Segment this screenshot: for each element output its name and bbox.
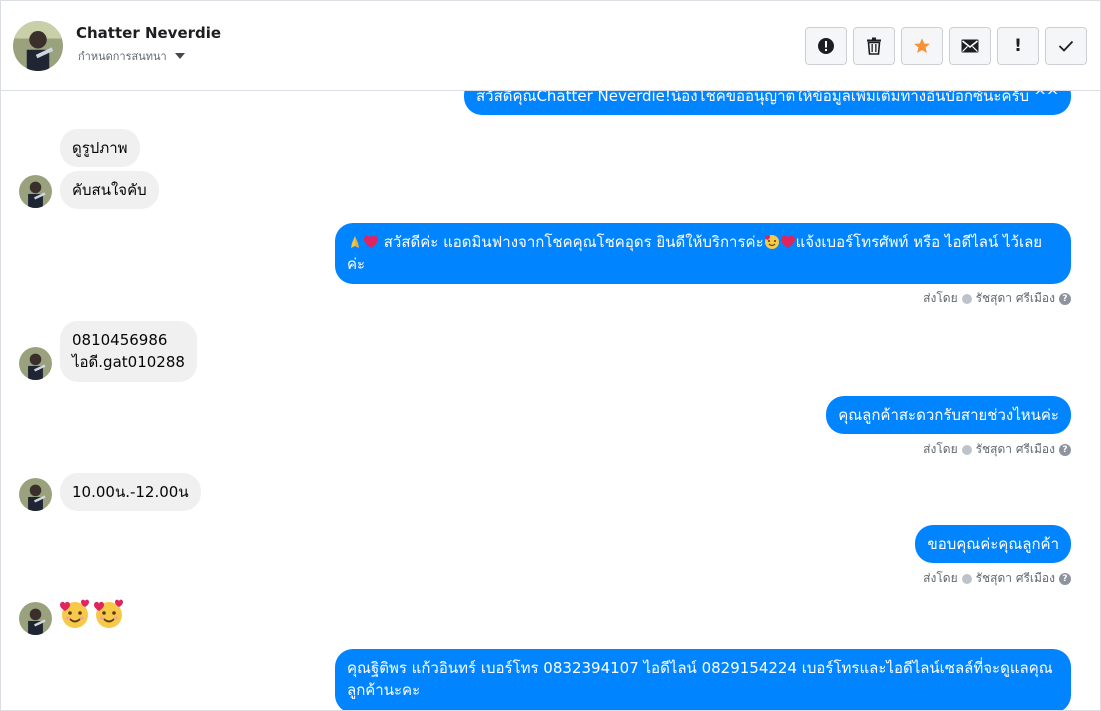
mark-spam-button[interactable] xyxy=(805,27,847,65)
avatar[interactable] xyxy=(13,21,63,71)
smiling-hearts-icon xyxy=(94,599,123,628)
agent-status-icon xyxy=(961,573,972,584)
agent-status-icon xyxy=(961,293,972,304)
outgoing-message: ขอบคุณค่ะคุณลูกค้า xyxy=(915,525,1071,563)
sent-by-prefix: ส่งโดย xyxy=(923,571,958,585)
message-text: ขอบคุณค่ะคุณลูกค้า xyxy=(927,535,1059,553)
heart-icon xyxy=(364,235,378,248)
message-text: สวัสดีค่ะ แอดมินฟางจากโชคคุณโชคอุดร ยินด… xyxy=(383,233,764,251)
star-icon xyxy=(914,38,930,53)
avatar[interactable] xyxy=(19,478,52,511)
sent-by-info: ส่งโดย รัชสุดา ศรีเมือง ? xyxy=(923,569,1071,588)
outgoing-message: สวัสดีค่ะ แอดมินฟางจากโชคคุณโชคอุดร ยินด… xyxy=(335,223,1071,284)
message-text: 0810456986 xyxy=(72,331,168,349)
sent-by-prefix: ส่งโดย xyxy=(923,442,958,456)
incoming-message: 10.00น.-12.00น xyxy=(60,473,201,511)
follow-up-button[interactable]: ! xyxy=(997,27,1039,65)
exclamation-icon: ! xyxy=(1014,36,1022,56)
message-text: ไอดี.gat010288 xyxy=(72,353,185,371)
smiling-hearts-icon xyxy=(764,235,779,249)
avatar[interactable] xyxy=(19,175,52,208)
incoming-emoji-message xyxy=(59,598,125,630)
avatar[interactable] xyxy=(19,602,52,635)
sent-by-info: ส่งโดย รัชสุดา ศรีเมือง ? xyxy=(923,440,1071,459)
sent-by-info: ส่งโดย รัชสุดา ศรีเมือง ? xyxy=(923,289,1071,308)
incoming-message: คับสนใจคับ xyxy=(60,171,159,209)
conversation-header: Chatter Neverdie กำหนดการสนทนา ! xyxy=(1,1,1100,91)
avatar[interactable] xyxy=(19,347,52,380)
conversation-schedule-label: กำหนดการสนทนา xyxy=(78,50,167,63)
incoming-message: 0810456986 ไอดี.gat010288 xyxy=(60,321,197,382)
trash-icon xyxy=(867,37,881,55)
message-text: คุณฐิติพร แก้วอินทร์ เบอร์โทร 0832394107… xyxy=(347,659,1053,699)
heart-icon xyxy=(780,235,795,248)
help-icon[interactable]: ? xyxy=(1059,292,1071,305)
outgoing-message: คุณฐิติพร แก้วอินทร์ เบอร์โทร 0832394107… xyxy=(335,649,1071,710)
help-icon[interactable]: ? xyxy=(1059,572,1071,585)
chat-window: สวัสดีคุณChatter Neverdie!น้องโชคขออนุญา… xyxy=(0,0,1101,711)
contact-name[interactable]: Chatter Neverdie xyxy=(76,24,221,42)
sent-by-agent[interactable]: รัชสุดา ศรีเมือง xyxy=(976,440,1055,459)
message-text: ดูรูปภาพ xyxy=(72,139,128,157)
star-button[interactable] xyxy=(901,27,943,65)
outgoing-message: คุณลูกค้าสะดวกรับสายช่วงไหนค่ะ xyxy=(826,396,1071,434)
message-text: 10.00น.-12.00น xyxy=(72,483,189,501)
header-actions: ! xyxy=(805,27,1087,65)
sent-by-prefix: ส่งโดย xyxy=(923,291,958,305)
message-thread[interactable]: สวัสดีคุณChatter Neverdie!น้องโชคขออนุญา… xyxy=(1,1,1100,710)
sent-by-agent[interactable]: รัชสุดา ศรีเมือง xyxy=(976,289,1055,308)
praying-hands-icon xyxy=(351,236,359,248)
alert-icon xyxy=(818,38,834,54)
message-text: คับสนใจคับ xyxy=(72,181,147,199)
agent-status-icon xyxy=(961,444,972,455)
delete-button[interactable] xyxy=(853,27,895,65)
conversation-schedule-dropdown[interactable]: กำหนดการสนทนา xyxy=(78,47,185,65)
check-icon xyxy=(1058,40,1074,52)
message-text: คุณลูกค้าสะดวกรับสายช่วงไหนค่ะ xyxy=(838,406,1059,424)
sent-by-agent[interactable]: รัชสุดา ศรีเมือง xyxy=(976,569,1055,588)
incoming-message: ดูรูปภาพ xyxy=(60,129,140,167)
mark-unread-button[interactable] xyxy=(949,27,991,65)
mark-done-button[interactable] xyxy=(1045,27,1087,65)
mail-icon xyxy=(961,39,979,53)
chevron-down-icon xyxy=(174,53,185,59)
help-icon[interactable]: ? xyxy=(1059,443,1071,456)
smiling-hearts-icon xyxy=(60,599,89,628)
